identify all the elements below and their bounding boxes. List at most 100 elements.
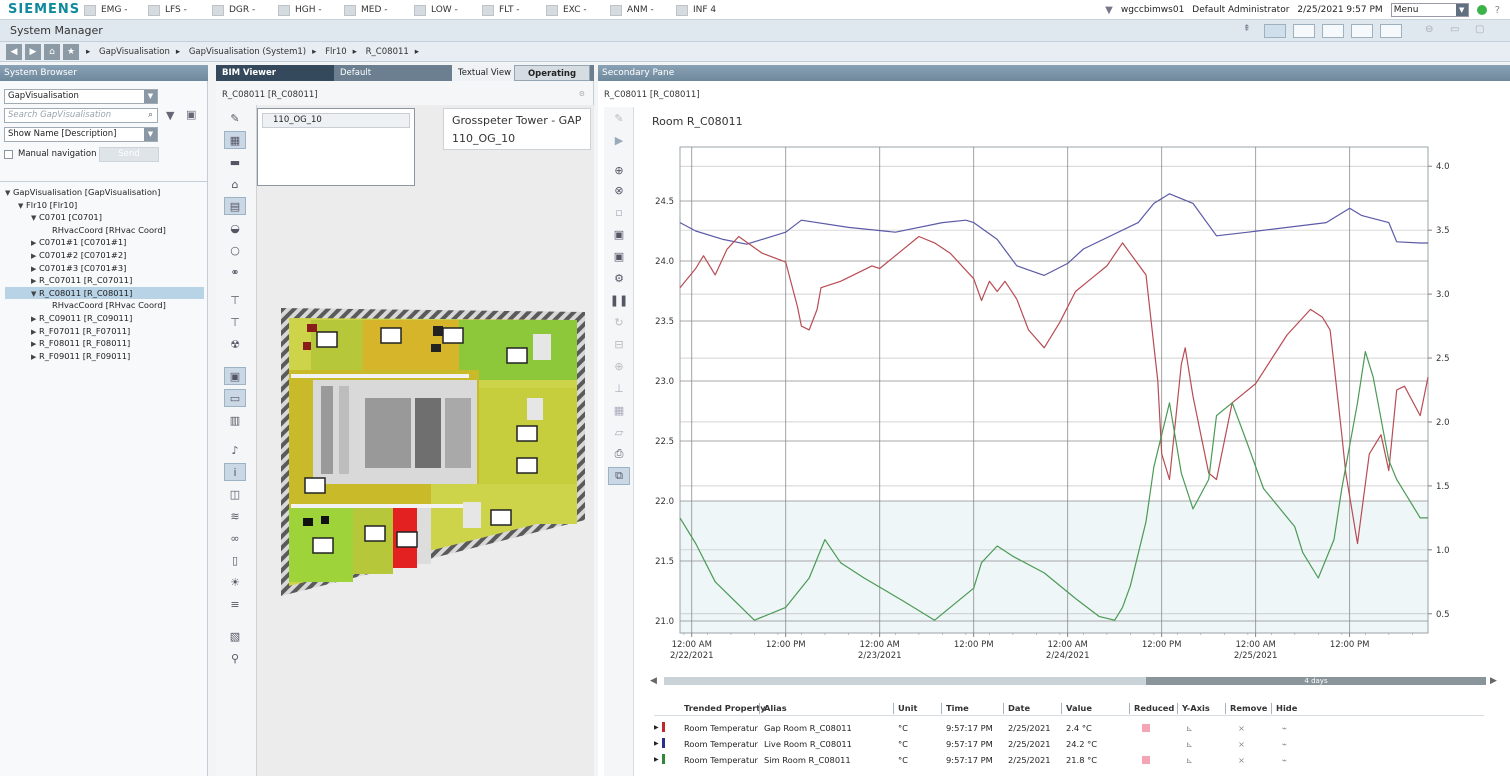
table-row[interactable]: ▶ Room Temperatur Live Room R_C08011 °C 9:57… — [654, 737, 1484, 752]
tree-item[interactable]: ▼ R_C08011 [R_C08011] — [5, 286, 204, 299]
tree-item[interactable]: ▶ C0701#2 [C0701#2] — [31, 249, 126, 261]
tab-default[interactable]: Default — [334, 65, 450, 81]
expand-toggle-icon[interactable]: ▼ — [5, 187, 13, 199]
alarm-category[interactable]: LFS - — [148, 3, 187, 17]
layout-3-button[interactable] — [1322, 24, 1344, 38]
breadcrumb-item[interactable]: GapVisualisation — [99, 47, 170, 57]
remove-trend-icon[interactable]: ⊗ — [608, 181, 630, 199]
row-expand-icon[interactable]: ▶ — [654, 724, 659, 731]
expand-toggle-icon[interactable]: ▶ — [31, 313, 39, 325]
alarm-category[interactable]: MED - — [344, 3, 388, 17]
save-icon[interactable]: ▫ — [608, 203, 630, 221]
y-axis-icon[interactable]: ⊾ — [1186, 755, 1193, 765]
column-header[interactable]: Trended Property — [684, 703, 766, 713]
export-icon[interactable]: ▱ — [608, 423, 630, 441]
tree-item[interactable]: ▶ R_C07011 [R_C07011] — [31, 274, 132, 286]
menu-dropdown[interactable]: Menu ▼ — [1390, 3, 1469, 17]
filter-icon[interactable]: ▼ — [1105, 5, 1113, 16]
light-icon[interactable]: ☀ — [224, 573, 246, 591]
save-all-icon[interactable]: ▣ — [608, 247, 630, 265]
expand-toggle-icon[interactable]: ▶ — [31, 237, 39, 249]
tree-item[interactable]: RHvacCoord [RHvac Coord] — [44, 224, 166, 236]
alarm-category[interactable]: LOW - — [414, 3, 458, 17]
document-icon[interactable]: ▤ — [224, 197, 246, 215]
name-display-select[interactable]: Show Name [Description] ▼ — [4, 127, 158, 142]
hide-icon[interactable]: ⌁ — [1282, 755, 1287, 765]
zoom-out-icon[interactable]: ⊟ — [608, 335, 630, 353]
alarm-category[interactable]: EXC - — [546, 3, 587, 17]
layers-icon[interactable]: ▥ — [224, 411, 246, 429]
home-icon[interactable]: ⌂ — [44, 44, 60, 60]
remove-icon[interactable]: × — [1238, 739, 1245, 749]
scroll-thumb[interactable]: 4 days — [1146, 677, 1486, 685]
thermometer-icon[interactable]: ▯ — [224, 551, 246, 569]
minimize-icon[interactable]: ⊖ — [1425, 24, 1447, 38]
overlap-icon[interactable]: ⚭ — [224, 263, 246, 281]
layout-1-button[interactable] — [1264, 24, 1286, 38]
series-line[interactable] — [679, 235, 1429, 545]
tree-item[interactable]: ▶ C0701#3 [C0701#3] — [31, 262, 126, 274]
monitor-icon[interactable]: ▬ — [224, 153, 246, 171]
floor-item[interactable]: 110_OG_10 — [262, 113, 410, 128]
blinds-icon[interactable]: ≡ — [224, 595, 246, 613]
location-pin-icon[interactable]: ⚲ — [224, 649, 246, 667]
column-header[interactable]: Hide — [1276, 703, 1297, 713]
time-scrollbar[interactable]: 4 days — [664, 677, 1486, 685]
pause-icon[interactable]: ❚❚ — [608, 291, 630, 309]
tab-bim-viewer[interactable]: BIM Viewer — [216, 65, 334, 81]
home-icon[interactable]: ⌂ — [224, 175, 246, 193]
pdf-icon[interactable]: ▧ — [224, 627, 246, 645]
pen-icon[interactable]: ✎ — [224, 109, 246, 127]
save-as-icon[interactable]: ▣ — [608, 225, 630, 243]
column-header[interactable]: Value — [1066, 703, 1092, 713]
valve-icon[interactable]: ◫ — [224, 485, 246, 503]
info-icon[interactable]: i — [224, 463, 246, 481]
back-icon[interactable]: ◀ — [6, 44, 22, 60]
favorite-icon[interactable]: ★ — [63, 44, 79, 60]
layout-5-button[interactable] — [1380, 24, 1402, 38]
grid-icon[interactable]: ▦ — [224, 131, 246, 149]
search-input[interactable]: Search GapVisualisation ⌕ — [4, 108, 158, 123]
floor-plan-model[interactable] — [281, 308, 591, 598]
gear-icon[interactable]: ⚙ — [608, 269, 630, 287]
expand-toggle-icon[interactable]: ▼ — [18, 200, 26, 212]
send-button[interactable]: Send — [99, 147, 159, 162]
add-trend-icon[interactable]: ⊕ — [608, 161, 630, 179]
scroll-right-icon[interactable]: ▶ — [1490, 676, 1497, 686]
save-icon[interactable]: ▣ — [186, 108, 196, 121]
tree-item[interactable]: ▶ R_C09011 [R_C09011] — [31, 312, 132, 324]
alarm-category[interactable]: INF 4 — [676, 3, 716, 17]
pin-icon[interactable]: ⇞ — [1243, 24, 1265, 38]
signal-icon[interactable]: ◒ — [224, 219, 246, 237]
y-axis-icon[interactable]: ⊾ — [1186, 739, 1193, 749]
image-icon[interactable]: ▣ — [224, 367, 246, 385]
tree-item[interactable]: ▶ R_F08011 [R_F08011] — [31, 337, 130, 349]
expand-toggle-icon[interactable]: ▶ — [31, 263, 39, 275]
manual-navigation-checkbox[interactable]: Manual navigation — [4, 149, 96, 159]
tree-item[interactable]: ▶ C0701#1 [C0701#1] — [31, 236, 126, 248]
table-row[interactable]: ▶ Room Temperatur Gap Room R_C08011 °C 9:57:… — [654, 721, 1484, 736]
copy-icon[interactable]: ⧉ — [608, 467, 630, 485]
restore-icon[interactable]: ▭ — [1450, 24, 1472, 38]
remove-icon[interactable]: × — [1238, 723, 1245, 733]
expand-toggle-icon[interactable]: ▶ — [31, 326, 39, 338]
comment-icon[interactable]: ▭ — [224, 389, 246, 407]
column-header[interactable]: Reduced — [1134, 703, 1174, 713]
alarm-category[interactable]: EMG - — [84, 3, 128, 17]
y-axis-icon[interactable]: ⊾ — [1186, 723, 1193, 733]
breadcrumb-item[interactable]: GapVisualisation (System1) — [189, 47, 306, 57]
expand-toggle-icon[interactable]: ▶ — [31, 351, 39, 363]
alarm-category[interactable]: ANM - — [610, 3, 654, 17]
tree-item[interactable]: ▶ R_F09011 [R_F09011] — [31, 350, 130, 362]
print-icon[interactable]: ⎙ — [608, 445, 630, 463]
expand-toggle-icon[interactable]: ▶ — [31, 338, 39, 350]
column-header[interactable]: Unit — [898, 703, 917, 713]
search-icon[interactable]: ⌕ — [144, 109, 157, 122]
hide-icon[interactable]: ⌁ — [1282, 723, 1287, 733]
tree-item[interactable]: ▶ R_F07011 [R_F07011] — [31, 325, 130, 337]
series-line[interactable] — [679, 193, 1428, 276]
column-header[interactable]: Y-Axis — [1182, 703, 1210, 713]
play-icon[interactable]: ▶ — [608, 131, 630, 149]
expand-toggle-icon[interactable]: ▼ — [31, 212, 39, 224]
hide-icon[interactable]: ⌁ — [1282, 739, 1287, 749]
